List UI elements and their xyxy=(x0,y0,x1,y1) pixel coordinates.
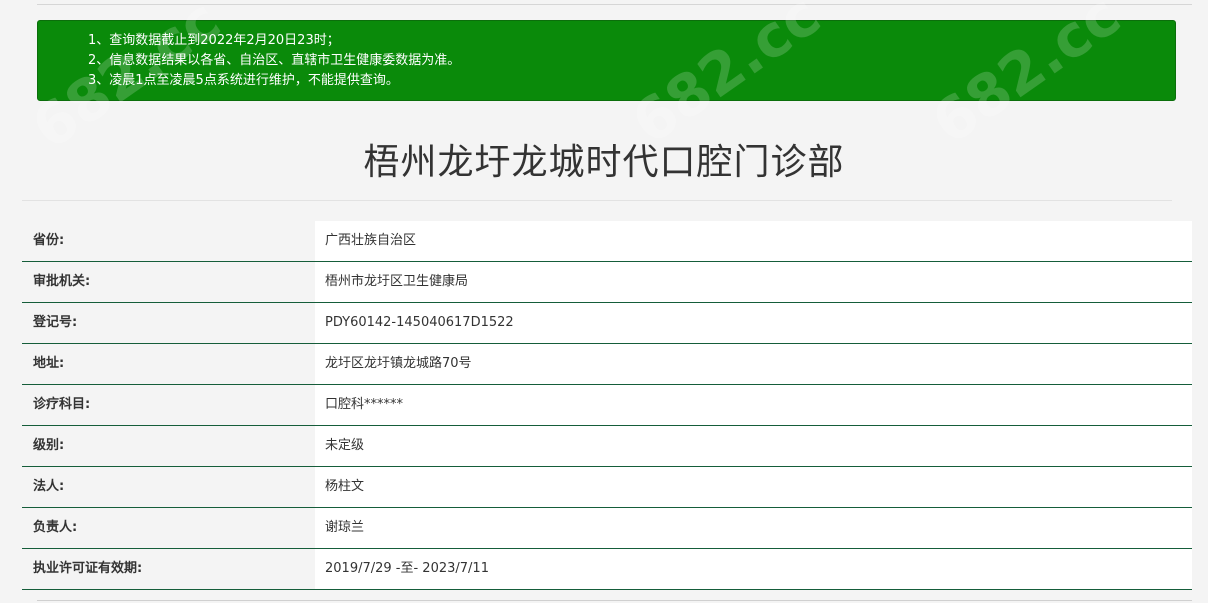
table-row: 登记号: PDY60142-145040617D1522 xyxy=(22,303,1192,344)
row-value-level: 未定级 xyxy=(315,426,1192,466)
row-value-departments: 口腔科****** xyxy=(315,385,1192,425)
row-label-level: 级别: xyxy=(33,438,65,453)
table-row: 省份: 广西壮族自治区 xyxy=(22,221,1192,262)
row-label-person-in-charge: 负责人: xyxy=(33,520,78,535)
row-value-registration-no: PDY60142-145040617D1522 xyxy=(315,303,1192,343)
row-label-registration-no: 登记号: xyxy=(33,315,78,330)
details-table: 省份: 广西壮族自治区 审批机关: 梧州市龙圩区卫生健康局 登记号: PDY60… xyxy=(22,221,1192,590)
row-label-approval-authority: 审批机关: xyxy=(33,274,91,289)
page-title: 梧州龙圩龙城时代口腔门诊部 xyxy=(363,142,845,183)
notice-line-1: 1、查询数据截止到2022年2月20日23时； xyxy=(88,33,340,48)
row-value-province: 广西壮族自治区 xyxy=(315,221,1192,261)
notice-line-2: 2、信息数据结果以各省、自治区、直辖市卫生健康委数据为准。 xyxy=(88,53,461,68)
row-label-address: 地址: xyxy=(33,356,65,371)
table-row: 执业许可证有效期: 2019/7/29 -至- 2023/7/11 xyxy=(22,549,1192,590)
notice-line-3: 3、凌晨1点至凌晨5点系统进行维护，不能提供查询。 xyxy=(88,73,399,88)
table-row: 诊疗科目: 口腔科****** xyxy=(22,385,1192,426)
row-value-license-validity: 2019/7/29 -至- 2023/7/11 xyxy=(315,549,1192,589)
row-label-departments: 诊疗科目: xyxy=(33,397,91,412)
table-row: 级别: 未定级 xyxy=(22,426,1192,467)
table-row: 地址: 龙圩区龙圩镇龙城路70号 xyxy=(22,344,1192,385)
row-label-province: 省份: xyxy=(33,233,65,248)
row-value-address: 龙圩区龙圩镇龙城路70号 xyxy=(315,344,1192,384)
row-value-legal-person: 杨柱文 xyxy=(315,467,1192,507)
notice-banner: 1、查询数据截止到2022年2月20日23时； 2、信息数据结果以各省、自治区、… xyxy=(37,20,1176,101)
row-value-person-in-charge: 谢琼兰 xyxy=(315,508,1192,548)
row-value-approval-authority: 梧州市龙圩区卫生健康局 xyxy=(315,262,1192,302)
row-label-legal-person: 法人: xyxy=(33,479,65,494)
table-row: 负责人: 谢琼兰 xyxy=(22,508,1192,549)
bottom-divider xyxy=(37,600,1192,601)
table-row: 审批机关: 梧州市龙圩区卫生健康局 xyxy=(22,262,1192,303)
table-row: 法人: 杨柱文 xyxy=(22,467,1192,508)
top-divider xyxy=(37,4,1192,5)
page: 1、查询数据截止到2022年2月20日23时； 2、信息数据结果以各省、自治区、… xyxy=(0,0,1208,603)
row-label-license-validity: 执业许可证有效期: xyxy=(33,561,143,576)
title-divider xyxy=(22,200,1172,201)
